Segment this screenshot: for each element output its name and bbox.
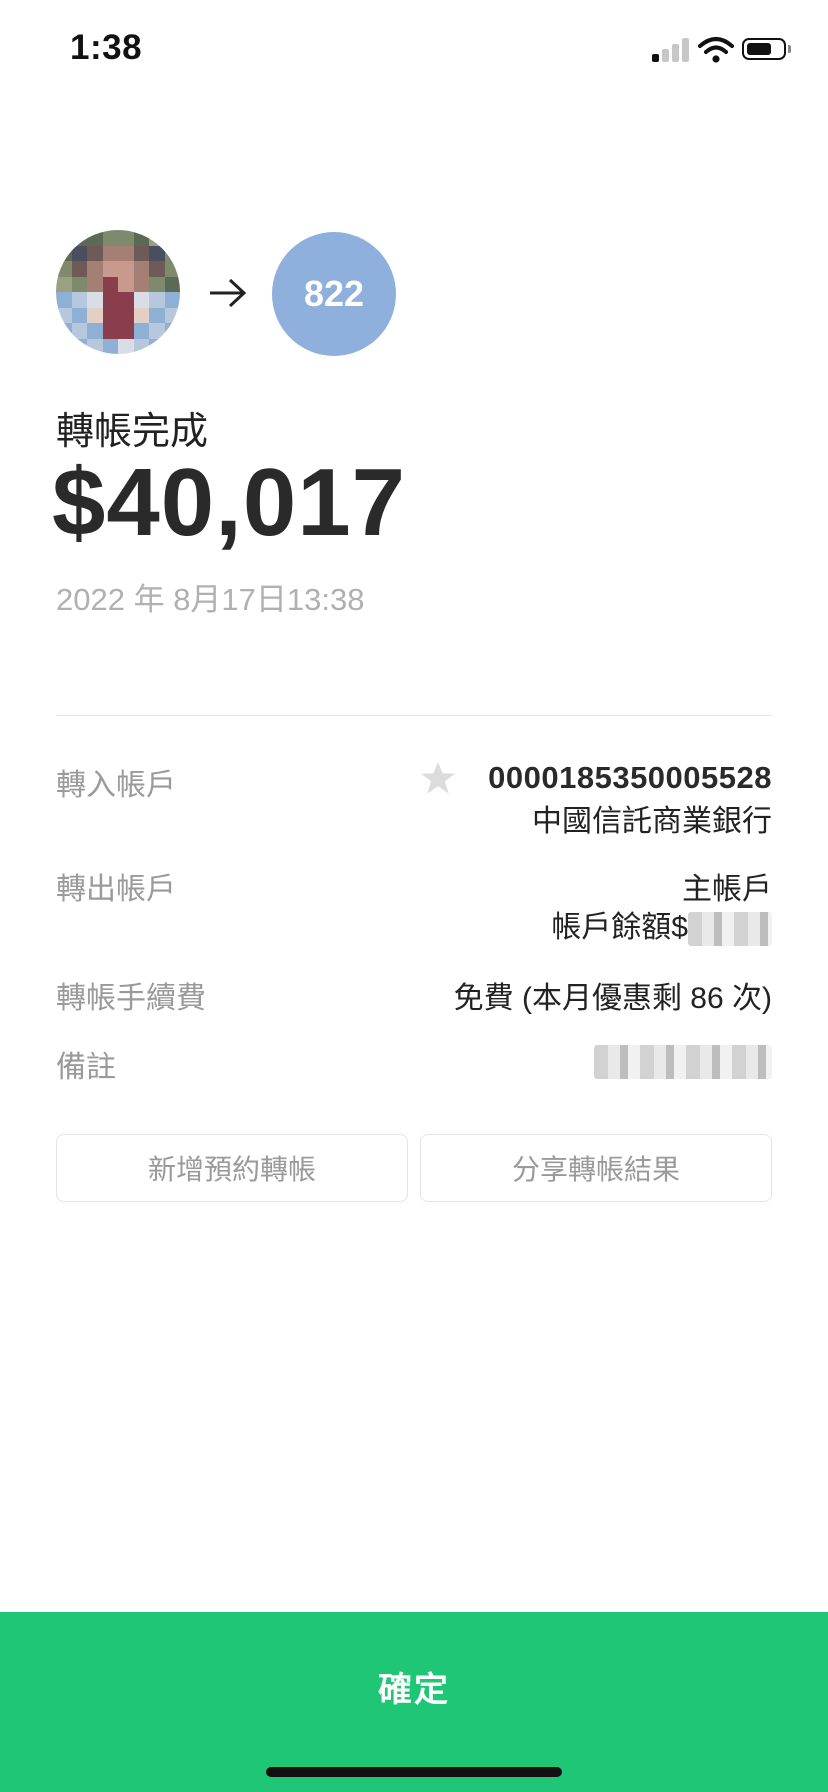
transfer-amount: $40,017: [52, 449, 407, 556]
transfer-datetime: 2022 年 8月17日13:38: [56, 582, 365, 617]
to-account-bank: 中國信託商業銀行: [532, 805, 772, 838]
share-result-button[interactable]: 分享轉帳結果: [420, 1134, 772, 1202]
transfer-status-title: 轉帳完成: [56, 411, 209, 453]
note-value-redacted: [594, 1044, 772, 1080]
battery-icon: [742, 38, 791, 62]
status-time: 1:38: [70, 28, 143, 67]
confirm-button[interactable]: 確定: [0, 1612, 828, 1792]
sender-avatar: [56, 230, 180, 354]
schedule-transfer-button[interactable]: 新增預約轉帳: [56, 1134, 408, 1202]
divider: [56, 715, 772, 716]
to-account-label: 轉入帳戶: [56, 769, 176, 802]
confirm-label: 確定: [378, 1671, 450, 1709]
fee-label: 轉帳手續費: [56, 982, 206, 1015]
fee-value: 免費 (本月優惠剩 86 次): [453, 982, 772, 1015]
wifi-icon: [698, 37, 734, 63]
favorite-star-icon[interactable]: [420, 760, 456, 796]
redacted-balance: [688, 912, 772, 947]
home-indicator: [266, 1767, 562, 1777]
from-account-label: 轉出帳戶: [56, 873, 176, 906]
from-balance-label: 帳戶餘額$: [551, 911, 688, 944]
to-account-number: 0000185350005528: [488, 760, 772, 795]
note-label: 備註: [56, 1051, 116, 1084]
from-account-balance: 帳戶餘額$: [551, 902, 772, 947]
recipient-avatar: 822: [272, 232, 396, 356]
arrow-right-icon: [210, 278, 247, 308]
cellular-signal-icon: [652, 38, 690, 62]
